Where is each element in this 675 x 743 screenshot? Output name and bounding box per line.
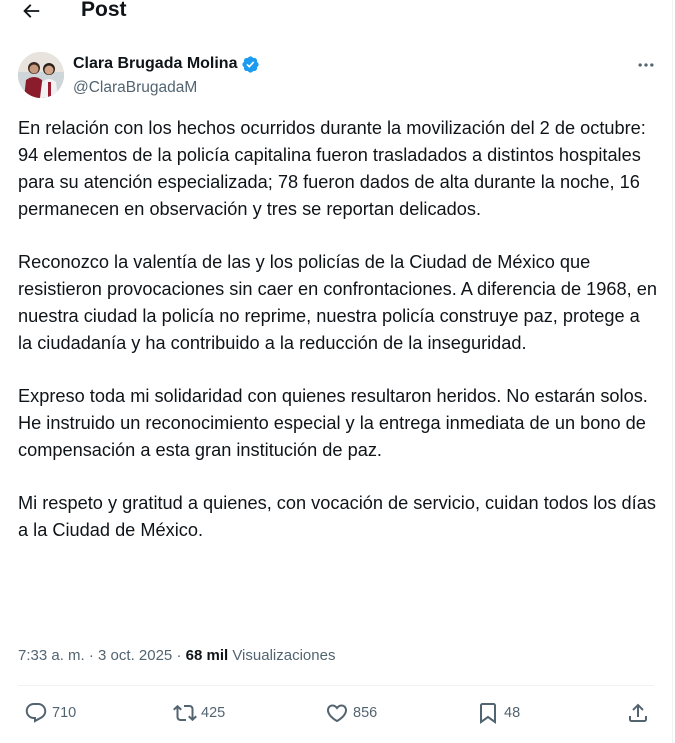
views-label: Visualizaciones <box>232 647 336 664</box>
post-line: 94 elementos de la policía capitalina fu… <box>18 145 641 219</box>
post-text: En relación con los hechos ocurridos dur… <box>18 115 658 544</box>
post-line: En relación con los hechos ocurridos dur… <box>18 118 646 138</box>
post-paragraph: En relación con los hechos ocurridos dur… <box>18 115 658 223</box>
more-dots-icon <box>638 63 654 67</box>
repost-button[interactable]: 425 <box>173 690 225 736</box>
share-button[interactable] <box>626 690 650 736</box>
post-paragraph: Expreso toda mi solidaridad con quienes … <box>18 386 648 460</box>
more-options-button[interactable] <box>632 54 660 76</box>
post-date[interactable]: 3 oct. 2025 <box>98 647 172 664</box>
bookmark-icon <box>480 703 496 724</box>
repost-count: 425 <box>201 705 226 721</box>
heart-icon <box>326 704 348 723</box>
reply-count: 710 <box>52 705 77 721</box>
author-name[interactable]: Clara Brugada Molina <box>73 54 237 74</box>
reply-button[interactable]: 710 <box>24 690 76 736</box>
back-button[interactable] <box>14 0 48 26</box>
post-time[interactable]: 7:33 a. m. <box>18 647 85 664</box>
arrow-left-icon <box>23 4 40 18</box>
post-paragraph: Reconozco la valentía de las y los polic… <box>18 252 657 353</box>
author-row: Clara Brugada Molina @ClaraBrugadaM <box>18 52 658 100</box>
like-count: 856 <box>353 705 378 721</box>
author-name-row: Clara Brugada Molina <box>73 54 260 74</box>
views-count: 68 mil <box>185 647 229 664</box>
verified-badge-icon <box>242 55 260 73</box>
post-header: Post <box>0 0 672 30</box>
like-button[interactable]: 856 <box>325 690 377 736</box>
reply-icon <box>25 703 47 723</box>
page-title: Post <box>81 0 127 21</box>
post-metadata: 7:33 a. m. · 3 oct. 2025 · 68 mil Visual… <box>18 646 335 666</box>
author-handle[interactable]: @ClaraBrugadaM <box>73 78 197 98</box>
meta-separator: · <box>176 647 182 664</box>
meta-separator: · <box>88 647 94 664</box>
action-bar: 710 425 856 48 <box>0 690 672 736</box>
bookmark-button[interactable]: 48 <box>476 690 520 736</box>
avatar[interactable] <box>18 52 64 98</box>
divider <box>18 685 654 686</box>
post-paragraph: Mi respeto y gratitud a quienes, con voc… <box>18 493 656 540</box>
post-detail-panel: Post Clara Brugada Molina @ClaraBrugadaM… <box>0 0 673 743</box>
avatar-photo <box>18 52 64 98</box>
bookmark-count: 48 <box>504 705 521 721</box>
repost-icon <box>173 704 197 722</box>
share-icon <box>629 703 647 722</box>
